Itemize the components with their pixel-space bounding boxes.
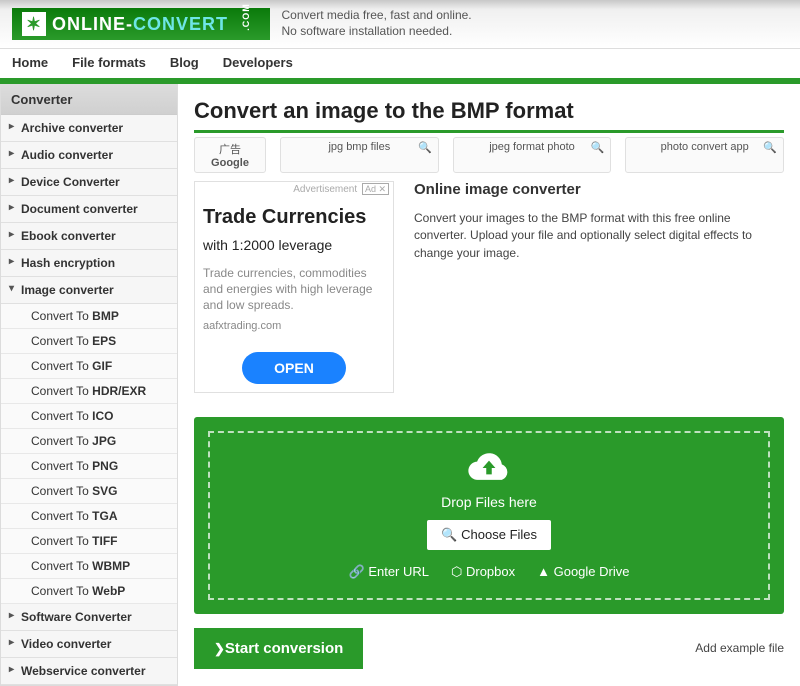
sidebar: Converter Archive converterAudio convert…	[0, 84, 178, 686]
enter-url-link[interactable]: 🔗 Enter URL	[349, 564, 430, 580]
ad-label: Advertisement Ad ✕	[293, 184, 389, 195]
logo-com: .COM	[241, 3, 251, 31]
sidebar-sub-wbmp[interactable]: Convert To WBMP	[1, 554, 177, 579]
upload-panel: Drop Files here 🔍Choose Files 🔗 Enter UR…	[194, 417, 784, 614]
ad-url[interactable]: aafxtrading.com	[203, 320, 385, 332]
google-ad-label[interactable]: 广告Google	[194, 137, 266, 173]
sidebar-title: Converter	[1, 85, 177, 115]
ad-body: Trade currencies, commodities and energi…	[203, 265, 385, 314]
sidebar-item-audio-converter[interactable]: Audio converter	[1, 142, 177, 169]
sidebar-item-software-converter[interactable]: Software Converter	[1, 604, 177, 631]
gdrive-icon: ▲	[537, 564, 553, 579]
sidebar-item-archive-converter[interactable]: Archive converter	[1, 115, 177, 142]
search-icon: 🔍	[441, 527, 457, 542]
description-heading: Online image converter	[414, 181, 784, 198]
sidebar-sub-bmp[interactable]: Convert To BMP	[1, 304, 177, 329]
ad-title: Trade Currencies	[203, 206, 385, 229]
search-icon: 🔍	[763, 141, 777, 154]
sidebar-item-hash-encryption[interactable]: Hash encryption	[1, 250, 177, 277]
logo-main: ONLINE-	[52, 14, 133, 35]
main-nav: Home File formats Blog Developers	[0, 49, 800, 84]
dropbox-link[interactable]: ⬡ Dropbox	[451, 564, 515, 580]
ad-query-1[interactable]: jpg bmp files🔍	[280, 137, 439, 173]
google-drive-link[interactable]: ▲ Google Drive	[537, 564, 629, 580]
tagline: Convert media free, fast and online. No …	[282, 8, 472, 39]
add-example-file-link[interactable]: Add example file	[695, 641, 784, 655]
dropzone[interactable]: Drop Files here 🔍Choose Files 🔗 Enter UR…	[208, 431, 770, 600]
logo-accent: CONVERT	[133, 14, 228, 35]
ad-search-row: 广告Google jpg bmp files🔍 jpeg format phot…	[194, 137, 784, 173]
sidebar-sub-png[interactable]: Convert To PNG	[1, 454, 177, 479]
sidebar-sub-svg[interactable]: Convert To SVG	[1, 479, 177, 504]
sidebar-item-video-converter[interactable]: Video converter	[1, 631, 177, 658]
ad-query-2[interactable]: jpeg format photo🔍	[453, 137, 612, 173]
description-body: Convert your images to the BMP format wi…	[414, 210, 784, 262]
sidebar-sub-ico[interactable]: Convert To ICO	[1, 404, 177, 429]
sidebar-item-webservice-converter[interactable]: Webservice converter	[1, 658, 177, 685]
sidebar-sub-hdr-exr[interactable]: Convert To HDR/EXR	[1, 379, 177, 404]
ad-cta-button[interactable]: OPEN	[242, 352, 346, 384]
nav-home[interactable]: Home	[12, 55, 48, 70]
nav-file-formats[interactable]: File formats	[72, 55, 146, 70]
start-conversion-button[interactable]: Start conversion	[194, 628, 363, 669]
ad-query-3[interactable]: photo convert app🔍	[625, 137, 784, 173]
search-icon: 🔍	[591, 141, 605, 154]
ad-subtitle: with 1:2000 leverage	[203, 237, 385, 253]
sidebar-sub-jpg[interactable]: Convert To JPG	[1, 429, 177, 454]
dropbox-icon: ⬡	[451, 564, 466, 579]
sidebar-item-document-converter[interactable]: Document converter	[1, 196, 177, 223]
sidebar-item-image-converter[interactable]: Image converter	[1, 277, 177, 304]
sidebar-item-ebook-converter[interactable]: Ebook converter	[1, 223, 177, 250]
sidebar-item-device-converter[interactable]: Device Converter	[1, 169, 177, 196]
logo-icon: ✶	[22, 12, 46, 36]
page-title: Convert an image to the BMP format	[194, 98, 784, 124]
site-logo[interactable]: ✶ ONLINE-CONVERT .COM	[12, 8, 270, 40]
advertisement: Advertisement Ad ✕ Trade Currencies with…	[194, 181, 394, 393]
nav-developers[interactable]: Developers	[223, 55, 293, 70]
cloud-upload-icon	[467, 451, 511, 485]
sidebar-sub-tiff[interactable]: Convert To TIFF	[1, 529, 177, 554]
divider	[194, 130, 784, 133]
nav-blog[interactable]: Blog	[170, 55, 199, 70]
sidebar-sub-gif[interactable]: Convert To GIF	[1, 354, 177, 379]
drop-label: Drop Files here	[228, 494, 750, 510]
link-icon: 🔗	[349, 564, 369, 579]
search-icon: 🔍	[418, 141, 432, 154]
choose-files-button[interactable]: 🔍Choose Files	[427, 520, 551, 550]
sidebar-sub-tga[interactable]: Convert To TGA	[1, 504, 177, 529]
sidebar-sub-eps[interactable]: Convert To EPS	[1, 329, 177, 354]
sidebar-sub-webp[interactable]: Convert To WebP	[1, 579, 177, 604]
